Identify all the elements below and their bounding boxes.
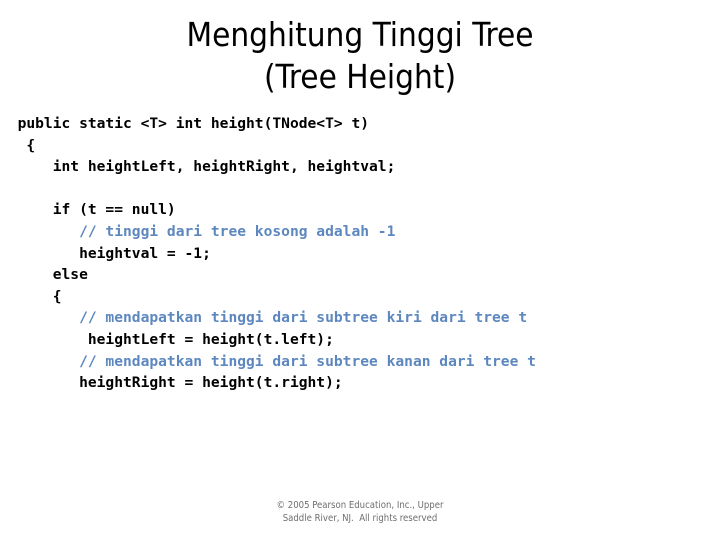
code-statement: { (0, 287, 62, 305)
code-line: heightRight = height(t.right); (0, 372, 720, 394)
code-statement: int heightLeft, heightRight, heightval; (0, 158, 396, 176)
slide-title-line-1: Menghitung Tinggi Tree (186, 15, 534, 54)
slide-title-line-2: (Tree Height) (263, 57, 457, 96)
code-statement: else (0, 266, 88, 284)
code-line: // tinggi dari tree kosong adalah -1 (0, 221, 720, 243)
code-statement: { (0, 136, 36, 154)
copyright-footer: © 2005 Pearson Education, Inc., Upper Sa… (0, 499, 720, 525)
slide-title: Menghitung Tinggi Tree (Tree Height) (0, 14, 720, 98)
code-comment: // mendapatkan tinggi dari subtree kiri … (0, 309, 528, 327)
code-line: heightval = -1; (0, 243, 720, 265)
code-statement: heightRight = height(t.right); (0, 374, 343, 392)
code-line: public static <T> int height(TNode<T> t) (0, 113, 720, 135)
code-comment: // tinggi dari tree kosong adalah -1 (0, 222, 396, 240)
code-listing: public static <T> int height(TNode<T> t)… (0, 113, 720, 394)
code-statement: heightval = -1; (0, 244, 211, 262)
code-line: else (0, 264, 720, 286)
code-statement: heightLeft = height(t.left); (0, 330, 334, 348)
copyright-line-2: Saddle River, NJ. All rights reserved (282, 513, 438, 524)
code-statement: public static <T> int height(TNode<T> t) (0, 115, 370, 132)
code-line: { (0, 135, 720, 157)
code-line: int heightLeft, heightRight, heightval; (0, 156, 720, 178)
code-comment: // mendapatkan tinggi dari subtree kanan… (0, 352, 536, 370)
code-statement: if (t == null) (0, 201, 176, 219)
code-line: // mendapatkan tinggi dari subtree kiri … (0, 307, 720, 329)
code-line: if (t == null) (0, 199, 720, 221)
code-line: heightLeft = height(t.left); (0, 329, 720, 351)
code-line: { (0, 286, 720, 308)
copyright-line-1: © 2005 Pearson Education, Inc., Upper (276, 500, 444, 511)
code-line: // mendapatkan tinggi dari subtree kanan… (0, 351, 720, 373)
slide-canvas: Menghitung Tinggi Tree (Tree Height) pub… (0, 0, 720, 540)
